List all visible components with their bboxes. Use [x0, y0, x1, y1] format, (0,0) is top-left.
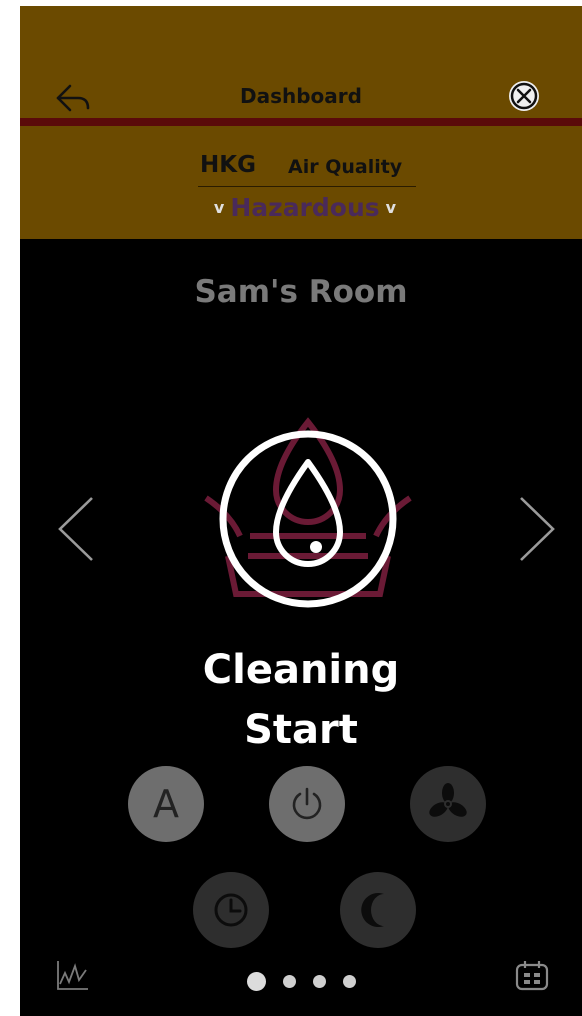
next-device-button[interactable]	[515, 494, 559, 564]
page-indicator	[20, 972, 582, 991]
calendar-icon	[515, 961, 549, 991]
header: Dashboard HKG Air Quality v Hazardous v	[20, 6, 582, 239]
auto-mode-icon: A	[153, 782, 179, 826]
device-status-title: Cleaning	[202, 647, 400, 693]
air-quality-label: Air Quality	[288, 156, 403, 178]
sleep-mode-button[interactable]	[340, 872, 416, 948]
fan-icon	[429, 783, 467, 817]
city-code: HKG	[200, 152, 256, 178]
room-name: Sam's Room	[194, 274, 408, 310]
air-quality-selector[interactable]: v Hazardous v	[190, 190, 420, 224]
app-screen: Dashboard HKG Air Quality v Hazardous v …	[20, 6, 582, 1016]
page-title: Dashboard	[240, 84, 362, 108]
power-icon	[292, 787, 322, 820]
close-icon	[510, 82, 538, 110]
moon-icon	[361, 893, 384, 927]
chevron-down-icon: v	[385, 197, 397, 217]
water-drop-icon	[204, 417, 412, 608]
close-button[interactable]	[509, 81, 539, 111]
auto-mode-button[interactable]: A	[128, 766, 204, 842]
schedule-button[interactable]	[514, 960, 550, 992]
chevron-right-icon	[520, 497, 555, 561]
air-quality-divider	[198, 186, 416, 187]
clock-icon	[214, 893, 248, 927]
power-button[interactable]	[269, 766, 345, 842]
header-divider	[20, 118, 582, 126]
page-dot[interactable]	[282, 975, 296, 988]
device-status-graphic[interactable]	[188, 406, 428, 636]
air-quality-status: Hazardous	[230, 192, 380, 222]
timer-button[interactable]	[193, 872, 269, 948]
chevron-down-icon: v	[213, 197, 225, 217]
fan-speed-button[interactable]	[410, 766, 486, 842]
device-status-subtitle: Start	[244, 707, 358, 753]
chevron-left-icon	[58, 497, 93, 561]
page-dot[interactable]	[312, 975, 326, 988]
page-dot[interactable]	[342, 975, 356, 988]
air-quality-panel: HKG Air Quality v Hazardous v	[190, 150, 420, 230]
previous-device-button[interactable]	[54, 494, 98, 564]
page-dot[interactable]	[246, 972, 266, 991]
